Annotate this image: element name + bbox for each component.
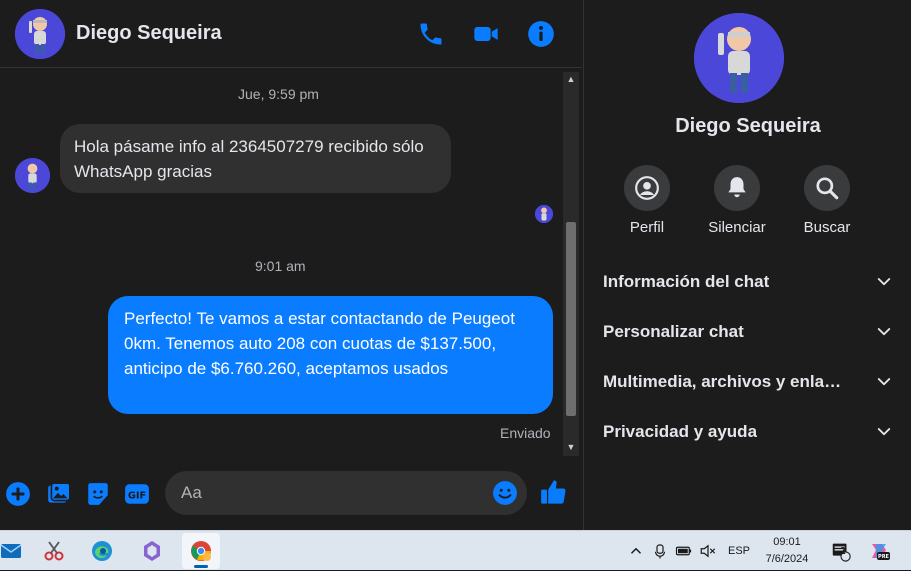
section-label: Multimedia, archivos y enlaces [603,372,843,391]
info-icon[interactable] [527,20,555,48]
clock-time: 09:01 [773,536,801,548]
video-icon[interactable] [472,20,500,48]
profile-button[interactable]: Perfil [607,165,687,236]
sender-avatar[interactable] [15,158,50,193]
add-icon[interactable] [5,481,31,507]
battery-icon[interactable] [675,542,693,560]
incoming-message[interactable]: Hola pásame info al 2364507279 recibido … [60,124,451,193]
language-indicator[interactable]: ESP [728,545,750,557]
chevron-up-icon[interactable] [627,542,645,560]
section-label: Privacidad y ayuda [603,422,758,441]
profile-icon[interactable] [624,165,670,211]
contact-avatar[interactable] [15,9,65,59]
gallery-icon[interactable] [46,481,72,507]
scroll-up-arrow-icon[interactable]: ▲ [563,72,579,86]
notification-count: 2 [840,546,846,557]
messenger-app: Diego Sequeira Jue, 9:59 pm Hola pásame … [0,0,911,530]
mute-button[interactable]: Silenciar [697,165,777,236]
panel-contact-avatar[interactable] [694,13,784,103]
notifications-icon[interactable]: 2 [826,533,856,569]
svg-text:GIF: GIF [128,490,146,501]
chevron-down-icon [877,428,891,436]
outgoing-message[interactable]: Perfecto! Te vamos a estar contactando d… [108,296,553,414]
emoji-icon[interactable] [492,480,518,506]
thumbs-up-icon[interactable] [540,478,568,508]
chat-pane: Diego Sequeira Jue, 9:59 pm Hola pásame … [0,0,582,530]
timestamp: 9:01 am [255,258,306,274]
chevron-down-icon [877,328,891,336]
windows-taskbar: ESP 09:01 7/6/2024 2 PRE [0,530,911,570]
search-icon[interactable] [804,165,850,211]
mail-app-icon[interactable] [0,533,30,569]
volume-muted-icon[interactable] [699,542,717,560]
profile-label: Perfil [629,219,665,236]
copilot-pre-icon[interactable]: PRE [862,533,896,569]
section-label: Personalizar chat [603,322,744,341]
timestamp: Jue, 9:59 pm [238,86,319,102]
copilot-app-icon[interactable] [133,533,171,569]
sticker-icon[interactable] [85,481,111,507]
contact-name[interactable]: Diego Sequeira [76,22,222,45]
chevron-down-icon [877,378,891,386]
search-button[interactable]: Buscar [787,165,867,236]
message-input[interactable] [165,471,527,515]
chevron-down-icon [877,278,891,286]
clock-date: 7/6/2024 [765,553,809,565]
edge-browser-icon[interactable] [83,533,121,569]
section-customize-chat[interactable]: Personalizar chat [603,312,893,352]
gif-icon[interactable]: GIF [124,481,150,507]
panel-contact-name: Diego Sequeira [675,115,821,137]
search-label: Buscar [803,219,851,236]
clock[interactable]: 09:01 7/6/2024 [752,534,822,568]
message-status: Enviado [500,425,551,441]
chat-header: Diego Sequeira [0,0,582,68]
section-label: Información del chat [603,272,770,291]
snipping-tool-icon[interactable] [35,533,73,569]
scrollbar-thumb[interactable] [566,222,576,416]
mute-label: Silenciar [708,219,766,236]
phone-icon[interactable] [417,20,445,48]
chrome-browser-icon[interactable] [182,533,220,569]
section-chat-info[interactable]: Información del chat [603,262,893,302]
bell-icon[interactable] [714,165,760,211]
section-privacy-help[interactable]: Privacidad y ayuda [603,412,893,452]
system-tray: ESP [624,531,750,571]
section-media-files[interactable]: Multimedia, archivos y enlaces [603,362,893,402]
chat-details-panel: Diego Sequeira Perfil Silenciar Buscar I… [583,0,911,530]
scroll-down-arrow-icon[interactable]: ▼ [563,440,579,454]
message-list: Jue, 9:59 pm Hola pásame info al 2364507… [0,69,562,455]
svg-text:PRE: PRE [878,554,890,560]
read-receipt-avatar [535,205,553,223]
composer: GIF [0,458,582,530]
location-icon[interactable] [651,542,669,560]
